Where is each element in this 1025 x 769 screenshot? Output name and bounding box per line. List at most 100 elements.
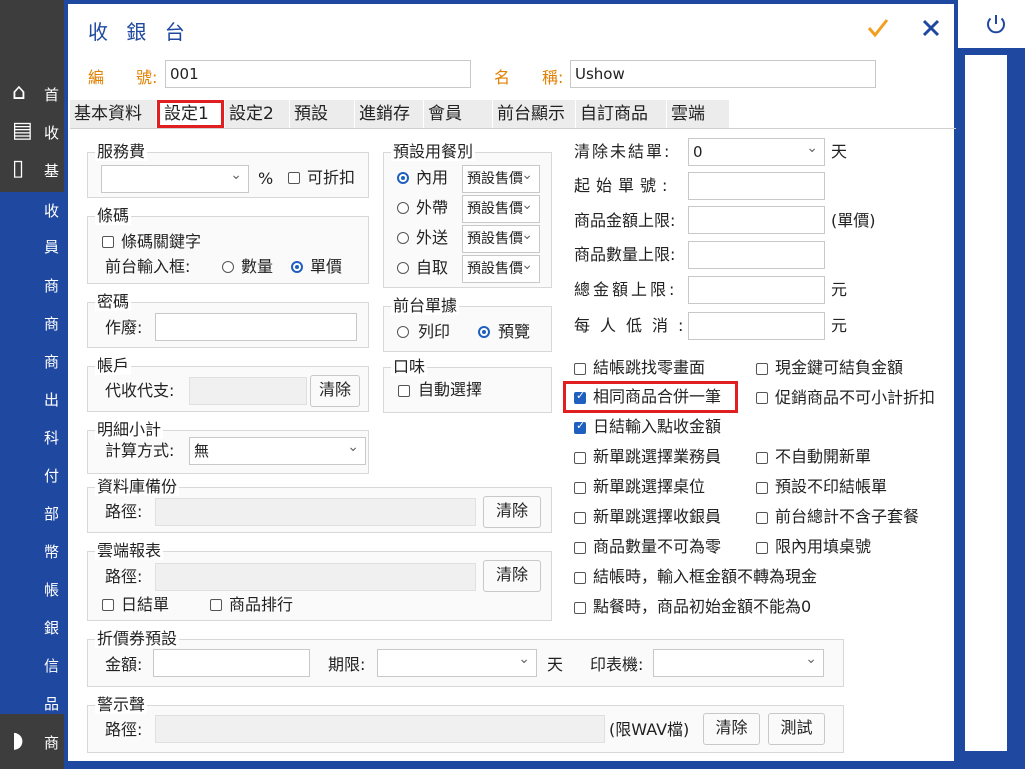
- sidebar-item[interactable]: 品: [44, 693, 64, 714]
- sidebar-item[interactable]: 科: [44, 427, 64, 448]
- auto-select-checkbox[interactable]: [398, 385, 410, 397]
- service-fee-select[interactable]: [101, 164, 249, 193]
- cash-negative-checkbox[interactable]: [756, 363, 768, 375]
- checkbox-label: 預設不印結帳單: [775, 477, 888, 496]
- close-icon[interactable]: [920, 17, 942, 39]
- tab-custom-goods[interactable]: 自訂商品: [576, 100, 666, 128]
- no-print-receipt-checkbox[interactable]: [756, 482, 768, 494]
- dine-in-price-select[interactable]: 預設售價: [462, 165, 540, 193]
- qty-radio[interactable]: [222, 261, 234, 273]
- checkout-change-checkbox[interactable]: [574, 363, 586, 375]
- tab-default[interactable]: 預設: [290, 100, 354, 128]
- dialog-title: 收 銀 台: [88, 20, 191, 44]
- home-icon[interactable]: ⌂: [12, 80, 26, 105]
- period-label: 期限:: [328, 655, 366, 674]
- coupon-period-select[interactable]: [377, 648, 537, 677]
- account-field[interactable]: [189, 377, 307, 405]
- calc-method-select[interactable]: 無: [189, 436, 366, 465]
- unit-label: 元: [831, 316, 848, 335]
- min-spend-field[interactable]: [688, 312, 825, 340]
- sidebar-item[interactable]: 付: [44, 465, 64, 486]
- sidebar-item[interactable]: 信: [44, 655, 64, 676]
- power-icon[interactable]: [984, 12, 1008, 36]
- group-title: 條碼: [95, 206, 132, 225]
- sidebar-item-active[interactable]: 收: [44, 200, 64, 221]
- daily-report-checkbox[interactable]: [102, 599, 114, 611]
- sidebar-item[interactable]: 出: [44, 389, 64, 410]
- pickup-radio[interactable]: [397, 262, 409, 274]
- tab-member[interactable]: 會員: [424, 100, 492, 128]
- preview-radio[interactable]: [478, 326, 490, 338]
- pickup-price-select[interactable]: 預設售價: [462, 255, 540, 283]
- sidebar-item[interactable]: 幣: [44, 541, 64, 562]
- dine-in-radio[interactable]: [397, 172, 409, 184]
- merge-same-items-checkbox[interactable]: [574, 389, 586, 404]
- sidebar-item-label[interactable]: 商: [44, 732, 64, 753]
- total-limit-field[interactable]: [688, 276, 825, 304]
- sidebar-item[interactable]: 商: [44, 275, 64, 296]
- takeout-price-select[interactable]: 預設售價: [462, 195, 540, 223]
- printer-select[interactable]: [653, 648, 824, 677]
- tab-settings1[interactable]: 設定1: [157, 100, 224, 128]
- start-number-field[interactable]: [688, 172, 825, 200]
- total-exclude-subset-checkbox[interactable]: [756, 512, 768, 524]
- discountable-checkbox[interactable]: [288, 172, 300, 184]
- sidebar-item[interactable]: 銀: [44, 617, 64, 638]
- bread-icon[interactable]: ◗: [12, 728, 24, 753]
- tab-inventory[interactable]: 進銷存: [355, 100, 423, 128]
- code-field[interactable]: 001: [165, 60, 471, 88]
- sidebar-item-label[interactable]: 基: [44, 160, 64, 181]
- cloud-path-field[interactable]: [155, 563, 476, 591]
- input-mode-label: 前台輸入框:: [105, 257, 191, 276]
- daily-count-checkbox[interactable]: [574, 419, 586, 434]
- group-title: 雲端報表: [95, 541, 164, 560]
- checkbox-label: 限內用填桌號: [775, 537, 872, 556]
- checkbox-label: 結帳時，輸入框金額不轉為現金: [593, 567, 818, 586]
- account-clear-button[interactable]: 清除: [310, 375, 360, 407]
- backup-path-field[interactable]: [155, 498, 476, 526]
- void-password-field[interactable]: [155, 313, 357, 341]
- cloud-clear-button[interactable]: 清除: [483, 560, 541, 592]
- new-order-table-checkbox[interactable]: [574, 482, 586, 494]
- clear-unsettled-select[interactable]: 0: [688, 137, 825, 166]
- tab-cloud[interactable]: 雲端: [667, 100, 729, 128]
- initial-amount-nonzero-checkbox[interactable]: [574, 602, 586, 614]
- product-ranking-checkbox[interactable]: [210, 599, 222, 611]
- qty-nonzero-checkbox[interactable]: [574, 542, 586, 554]
- print-radio[interactable]: [397, 326, 409, 338]
- promo-no-discount-checkbox[interactable]: [756, 392, 768, 404]
- backup-clear-button[interactable]: 清除: [483, 496, 541, 528]
- price-radio[interactable]: [291, 261, 303, 273]
- sidebar-item-label[interactable]: 首: [44, 84, 64, 105]
- new-order-cashier-checkbox[interactable]: [574, 512, 586, 524]
- delivery-price-select[interactable]: 預設售價: [462, 225, 540, 253]
- tab-basic[interactable]: 基本資料: [70, 100, 156, 128]
- new-order-salesperson-checkbox[interactable]: [574, 452, 586, 464]
- sidebar-item[interactable]: 商: [44, 313, 64, 334]
- barcode-keyword-checkbox[interactable]: [102, 236, 114, 248]
- check-icon[interactable]: [866, 17, 890, 39]
- sidebar-item[interactable]: 商: [44, 351, 64, 372]
- tab-settings2[interactable]: 設定2: [225, 100, 289, 128]
- price-limit-field[interactable]: [688, 206, 825, 234]
- wav-note: (限WAV檔): [609, 720, 690, 739]
- checkout-no-cash-checkbox[interactable]: [574, 572, 586, 584]
- takeout-radio[interactable]: [397, 202, 409, 214]
- sidebar-item-label[interactable]: 收: [44, 122, 64, 143]
- alert-test-button[interactable]: 測試: [768, 713, 825, 745]
- document-icon[interactable]: ▯: [12, 156, 24, 181]
- alert-path-field[interactable]: [155, 715, 605, 743]
- no-auto-new-order-checkbox[interactable]: [756, 452, 768, 464]
- name-field[interactable]: Ushow: [570, 60, 876, 88]
- sidebar-item[interactable]: 員: [44, 236, 64, 257]
- dine-in-table-checkbox[interactable]: [756, 542, 768, 554]
- register-icon[interactable]: ▤: [12, 118, 33, 143]
- sidebar-item[interactable]: 部: [44, 503, 64, 524]
- alert-clear-button[interactable]: 清除: [703, 713, 760, 745]
- sidebar-item[interactable]: 帳: [44, 579, 64, 600]
- qty-limit-field[interactable]: [688, 241, 825, 269]
- tab-display[interactable]: 前台顯示: [493, 100, 575, 128]
- delivery-radio[interactable]: [397, 232, 409, 244]
- group-title: 資料庫備份: [95, 477, 180, 496]
- coupon-amount-field[interactable]: [153, 649, 310, 677]
